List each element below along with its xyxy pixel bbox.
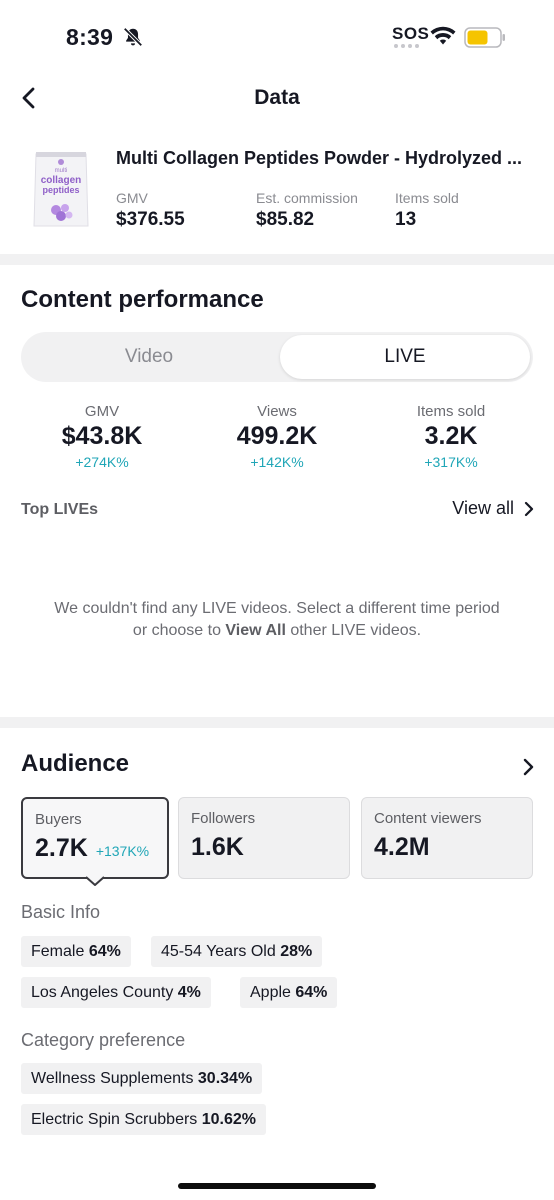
section-divider: [0, 717, 554, 728]
metric-views: Views 499.2K +142K%: [187, 403, 367, 470]
status-time: 8:39: [66, 24, 114, 50]
sos-label: SOS: [392, 24, 430, 43]
empty-state-line2: or choose to View All other LIVE videos.: [132, 622, 422, 639]
metric-label: Items sold: [416, 403, 486, 420]
category-tag: Electric Spin Scrubbers 10.62%: [21, 1104, 267, 1135]
product-stat-label: Est. commission: [256, 190, 358, 206]
metric-items-sold: Items sold 3.2K +317K%: [361, 403, 541, 470]
audience-title: Audience: [21, 750, 130, 777]
audience-card-value: 2.7K: [35, 834, 88, 862]
audience-card-label: Buyers: [35, 811, 82, 828]
product-stat-label: GMV: [116, 190, 148, 206]
audience-card-value-row: 1.6K: [191, 833, 337, 862]
metric-label: Views: [257, 403, 297, 420]
top-lives-label: Top LIVEs: [21, 501, 99, 518]
page-title: Data: [254, 86, 300, 109]
content-type-tabs: Video LIVE: [21, 332, 533, 382]
category-tag: Wellness Supplements 30.34%: [21, 1063, 263, 1094]
thumb-text-peptides: peptides: [42, 185, 79, 195]
metric-change: +274K%: [75, 454, 129, 470]
basic-info-title: Basic Info: [21, 902, 101, 922]
audience-card-label: Content viewers: [374, 810, 482, 827]
metric-gmv: GMV $43.8K +274K%: [12, 403, 192, 470]
chevron-right-icon: [524, 501, 534, 516]
signal-dots: [394, 44, 419, 48]
product-stat-value: 13: [395, 209, 417, 230]
audience-card-value: 1.6K: [191, 833, 244, 861]
product-thumbnail[interactable]: multi collagen peptides: [28, 146, 94, 232]
chevron-right-icon[interactable]: [522, 758, 534, 776]
view-all-label: View all: [452, 498, 514, 518]
audience-card-buyers[interactable]: Buyers 2.7K +137K%: [21, 797, 169, 879]
basic-info-tag: Apple 64%: [240, 977, 338, 1008]
wifi-icon: [430, 26, 456, 45]
status-bar: 8:39 SOS: [0, 0, 554, 70]
empty-state-message: We couldn't find any LIVE videos. Select…: [0, 598, 554, 642]
audience-card-value-row: 2.7K +137K%: [35, 834, 155, 863]
tab-video[interactable]: Video: [21, 332, 277, 382]
metric-value: $43.8K: [61, 422, 143, 450]
basic-info-tag: 45-54 Years Old 28%: [151, 936, 323, 967]
product-stat-commission: Est. commission $85.82: [256, 190, 358, 231]
metric-change: +142K%: [250, 454, 304, 470]
product-stat-gmv: GMV $376.55: [116, 190, 185, 231]
section-divider: [0, 254, 554, 265]
home-indicator[interactable]: [178, 1183, 376, 1189]
thumb-text-multi: multi: [55, 168, 68, 174]
metric-label: GMV: [84, 403, 120, 420]
metric-value: 3.2K: [424, 422, 478, 450]
view-all-button[interactable]: View all: [452, 498, 534, 519]
product-stat-label: Items sold: [395, 190, 459, 206]
product-stat-value: $85.82: [256, 209, 315, 230]
selected-pointer: [86, 876, 104, 886]
metric-change: +317K%: [424, 454, 478, 470]
metric-value: 499.2K: [236, 422, 318, 450]
product-name[interactable]: Multi Collagen Peptides Powder - Hydroly…: [116, 148, 536, 169]
battery-icon: [464, 27, 505, 48]
empty-state-line1: We couldn't find any LIVE videos. Select…: [54, 600, 500, 617]
product-stat-value: $376.55: [116, 209, 185, 230]
category-preference-title: Category preference: [21, 1030, 186, 1050]
basic-info-tag: Los Angeles County 4%: [21, 977, 211, 1008]
bell-muted-icon: [123, 27, 143, 47]
audience-card-value: 4.2M: [374, 833, 430, 861]
audience-card-label: Followers: [191, 810, 256, 827]
audience-card-change: +137K%: [95, 843, 150, 859]
audience-card-value-row: 4.2M: [374, 833, 520, 862]
product-stat-items-sold: Items sold 13: [395, 190, 459, 231]
basic-info-tag: Female 64%: [21, 936, 131, 967]
view-all-link[interactable]: View All: [225, 622, 285, 639]
content-performance-title: Content performance: [21, 286, 264, 313]
audience-card-content-viewers[interactable]: Content viewers 4.2M: [361, 797, 533, 879]
audience-card-followers[interactable]: Followers 1.6K: [178, 797, 350, 879]
tab-live[interactable]: LIVE: [280, 335, 530, 379]
